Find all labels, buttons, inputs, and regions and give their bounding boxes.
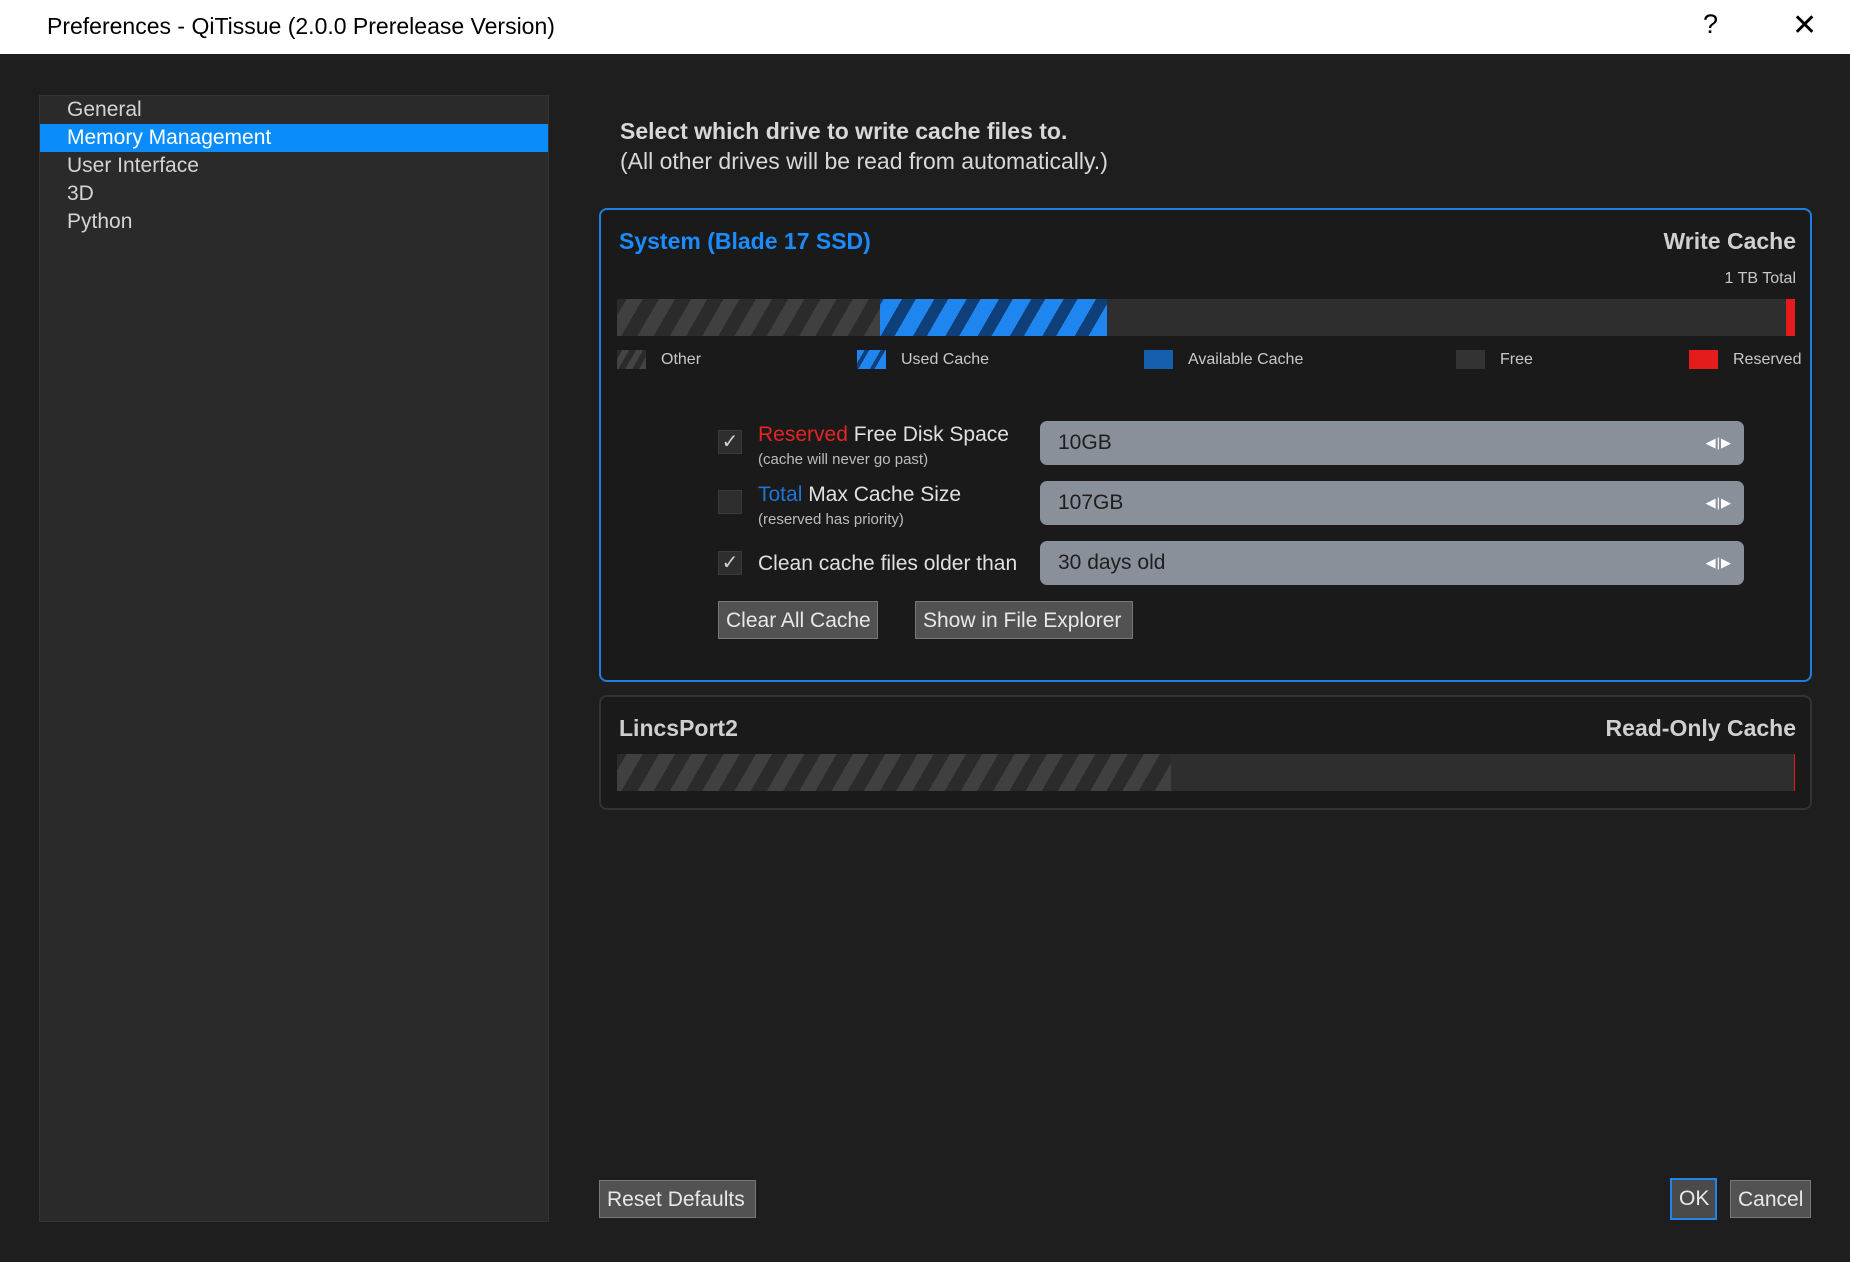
- clear-all-cache-button[interactable]: Clear All Cache: [718, 601, 878, 639]
- reserved-space-spinbox[interactable]: 10GB ◀|▶: [1040, 421, 1744, 465]
- drive-panel-system[interactable]: System (Blade 17 SSD) Write Cache 1 TB T…: [599, 208, 1812, 682]
- legend-label-free: Free: [1500, 351, 1533, 368]
- drive-total-label: 1 TB Total: [1724, 270, 1796, 287]
- legend-swatch-free: [1456, 350, 1485, 369]
- drive-name: LincsPort2: [619, 715, 738, 741]
- window-title: Preferences - QiTissue (2.0.0 Prerelease…: [47, 13, 555, 39]
- legend-label-reserved: Reserved: [1733, 351, 1802, 368]
- intro-heading: Select which drive to write cache files …: [620, 118, 1068, 144]
- spin-arrows-icon[interactable]: ◀|▶: [1706, 481, 1732, 525]
- clean-cache-label: Clean cache files older than: [758, 552, 1018, 575]
- title-bar: Preferences - QiTissue (2.0.0 Prerelease…: [0, 0, 1850, 54]
- usage-segment-other: [617, 299, 880, 336]
- sidebar-item-python[interactable]: Python: [40, 208, 548, 236]
- sidebar-item-3d[interactable]: 3D: [40, 180, 548, 208]
- disk-usage-bar: [617, 754, 1795, 791]
- clean-cache-checkbox[interactable]: ✓: [718, 551, 742, 575]
- usage-segment-other: [617, 754, 1171, 791]
- reserved-space-value: 10GB: [1058, 431, 1112, 454]
- spin-arrows-icon[interactable]: ◀|▶: [1706, 421, 1732, 465]
- total-highlight: Total: [758, 483, 803, 506]
- clean-age-spinbox[interactable]: 30 days old ◀|▶: [1040, 541, 1744, 585]
- sidebar-item-memory-management[interactable]: Memory Management: [40, 124, 548, 152]
- close-icon[interactable]: ✕: [1792, 8, 1817, 43]
- reserved-label-rest: Free Disk Space: [847, 423, 1009, 446]
- disk-usage-bar: [617, 299, 1795, 336]
- legend-swatch-other: [617, 350, 646, 369]
- sidebar-item-general[interactable]: General: [40, 96, 548, 124]
- legend-label-available-cache: Available Cache: [1188, 351, 1304, 368]
- max-cache-checkbox[interactable]: [718, 490, 742, 514]
- intro-subheading: (All other drives will be read from auto…: [620, 148, 1108, 174]
- help-icon[interactable]: ?: [1703, 9, 1718, 40]
- usage-segment-reserved: [1785, 299, 1795, 336]
- sidebar-item-user-interface[interactable]: User Interface: [40, 152, 548, 180]
- spin-arrows-icon[interactable]: ◀|▶: [1706, 541, 1732, 585]
- reserved-space-checkbox[interactable]: ✓: [718, 430, 742, 454]
- show-in-file-explorer-button[interactable]: Show in File Explorer: [915, 601, 1133, 639]
- cache-type-label: Write Cache: [1663, 228, 1796, 254]
- legend-swatch-available-cache: [1144, 350, 1173, 369]
- clean-age-value: 30 days old: [1058, 551, 1166, 574]
- reserved-space-label: Reserved Free Disk Space: [758, 423, 1009, 447]
- reset-defaults-button[interactable]: Reset Defaults: [599, 1180, 756, 1218]
- ok-button[interactable]: OK: [1670, 1178, 1717, 1220]
- cache-type-label: Read-Only Cache: [1605, 715, 1796, 741]
- preferences-sidebar: General Memory Management User Interface…: [39, 95, 549, 1222]
- usage-segment-reserved: [1793, 754, 1795, 791]
- max-cache-label: Total Max Cache Size: [758, 483, 961, 507]
- max-cache-value: 107GB: [1058, 491, 1124, 514]
- legend-label-used-cache: Used Cache: [901, 351, 990, 368]
- legend-swatch-used-cache: [857, 350, 886, 369]
- drive-panel-lincsport2[interactable]: LincsPort2 Read-Only Cache: [599, 695, 1812, 810]
- legend-label-other: Other: [661, 351, 702, 368]
- max-cache-sublabel: (reserved has priority): [758, 511, 904, 528]
- intro-text: Select which drive to write cache files …: [620, 116, 1108, 176]
- cancel-button[interactable]: Cancel: [1730, 1180, 1811, 1218]
- max-cache-spinbox[interactable]: 107GB ◀|▶: [1040, 481, 1744, 525]
- legend-swatch-reserved: [1689, 350, 1718, 369]
- reserved-highlight: Reserved: [758, 423, 848, 446]
- drive-name: System (Blade 17 SSD): [619, 228, 871, 254]
- total-label-rest: Max Cache Size: [802, 483, 962, 506]
- reserved-space-sublabel: (cache will never go past): [758, 451, 929, 468]
- usage-segment-used-cache: [879, 299, 1108, 336]
